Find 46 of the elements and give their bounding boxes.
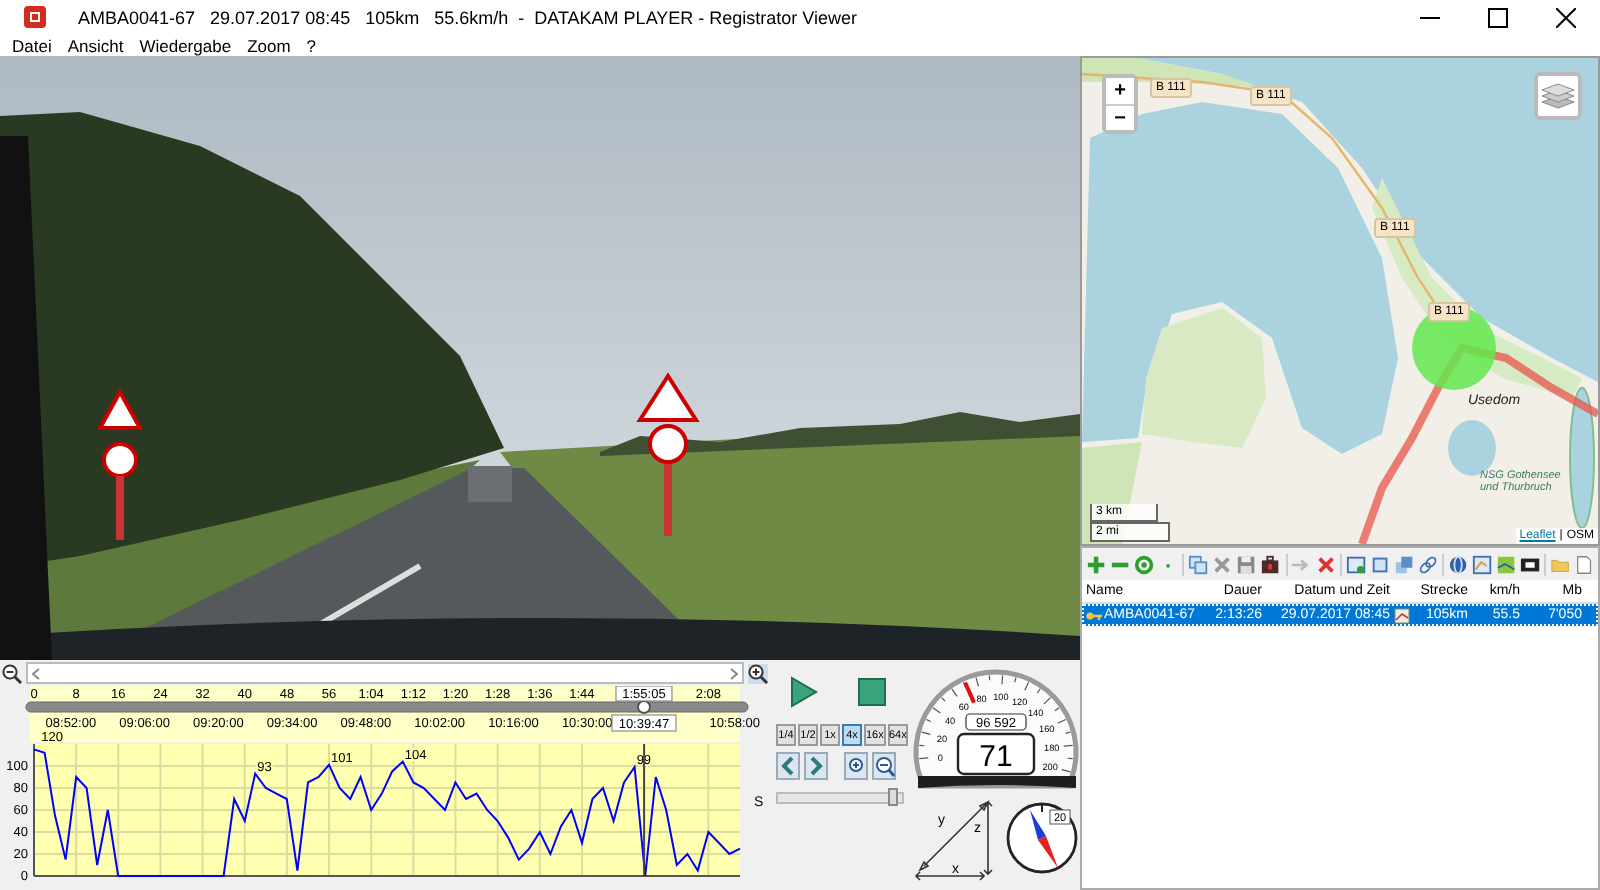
layers-icon bbox=[1542, 82, 1574, 110]
globe-icon[interactable] bbox=[1447, 553, 1468, 575]
volume-slider-track[interactable] bbox=[776, 792, 904, 804]
chart-icon[interactable] bbox=[1471, 553, 1492, 575]
menu-item[interactable]: Datei bbox=[4, 35, 60, 55]
map-icon[interactable] bbox=[1495, 553, 1517, 575]
axes-drawing bbox=[914, 800, 993, 881]
layers-button[interactable] bbox=[1534, 72, 1582, 120]
chevron-left-icon[interactable] bbox=[32, 667, 40, 679]
delete-icon[interactable] bbox=[1212, 553, 1233, 575]
menu-item[interactable]: ? bbox=[298, 35, 325, 55]
zoom-out-button[interactable]: − bbox=[1106, 104, 1134, 130]
menu-item[interactable]: Zoom bbox=[239, 35, 299, 55]
speed-display: 71 bbox=[956, 732, 1036, 776]
copy-icon[interactable] bbox=[1188, 553, 1209, 575]
map-icon bbox=[1394, 607, 1410, 623]
briefcase-icon[interactable] bbox=[1260, 553, 1282, 575]
chevron-right-icon[interactable] bbox=[804, 752, 828, 780]
stack-icon[interactable] bbox=[1393, 553, 1414, 575]
link-icon[interactable] bbox=[1417, 553, 1438, 575]
key-icon bbox=[1086, 609, 1102, 621]
close-icon[interactable] bbox=[1556, 7, 1576, 27]
play-icon[interactable] bbox=[790, 676, 818, 708]
document-icon[interactable] bbox=[1574, 553, 1595, 575]
plus-icon[interactable] bbox=[1086, 553, 1107, 575]
zoom-in-icon[interactable] bbox=[748, 663, 768, 683]
volume-slider-thumb[interactable] bbox=[888, 788, 899, 806]
app-icon bbox=[24, 6, 46, 28]
position-line bbox=[643, 743, 646, 877]
chevron-left-icon[interactable] bbox=[776, 752, 800, 780]
film-strip-icon[interactable] bbox=[1520, 553, 1541, 575]
position-marker bbox=[1412, 306, 1496, 390]
maximize-icon[interactable] bbox=[1488, 7, 1508, 27]
chevron-right-icon[interactable] bbox=[730, 667, 738, 679]
menu-item[interactable]: Wiedergabe bbox=[131, 35, 240, 55]
menu-item[interactable]: Ansicht bbox=[59, 35, 132, 55]
stop-icon[interactable] bbox=[858, 678, 886, 706]
refresh-icon[interactable] bbox=[1134, 553, 1155, 575]
delete-icon[interactable] bbox=[1315, 553, 1336, 575]
zoom-out-icon[interactable] bbox=[872, 752, 896, 780]
window-icon[interactable] bbox=[1345, 553, 1366, 575]
zoom-out-icon[interactable] bbox=[2, 663, 22, 683]
frame-icon[interactable] bbox=[1369, 553, 1390, 575]
zoom-in-button[interactable]: + bbox=[1106, 78, 1134, 104]
zoom-in-icon[interactable] bbox=[844, 752, 868, 780]
window-title: AMBA0041-67 29.07.2017 08:45 105km 55.6km/h - DATAKAM PLAYER - Registrator Viewer bbox=[78, 7, 858, 27]
